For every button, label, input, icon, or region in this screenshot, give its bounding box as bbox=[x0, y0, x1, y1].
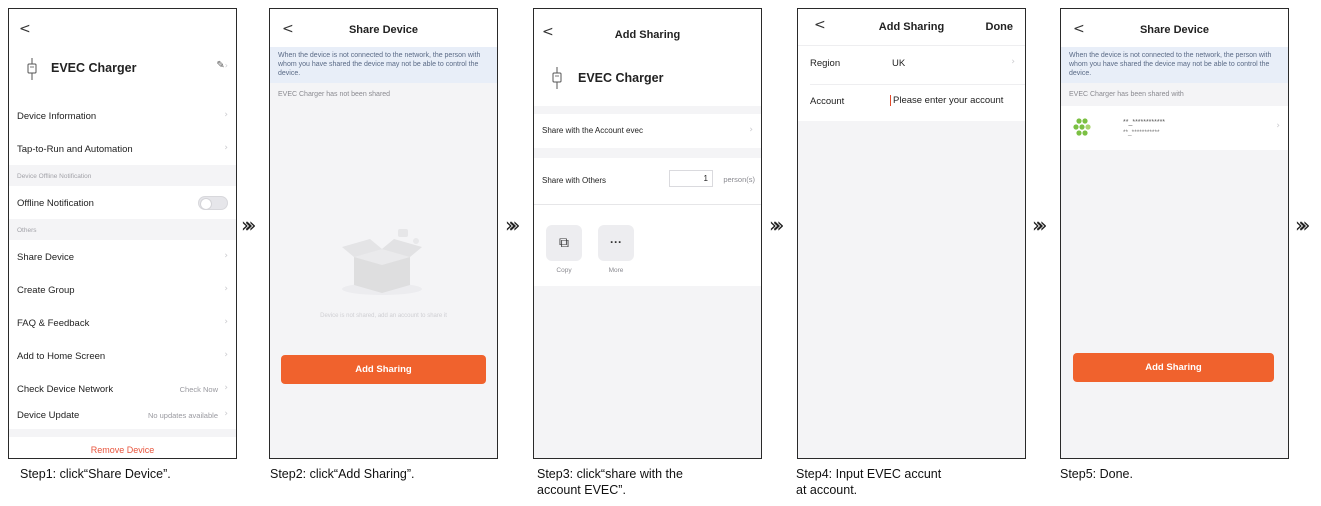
section-others-header: Others bbox=[17, 227, 37, 234]
next-arrow-icon: »» bbox=[241, 213, 257, 237]
add-sharing-button[interactable]: Add Sharing bbox=[281, 355, 486, 384]
chevron-right-icon: › bbox=[1276, 121, 1280, 131]
charger-plug-icon bbox=[27, 58, 37, 80]
next-arrow-icon: »» bbox=[1032, 213, 1048, 237]
more-icon: ··· bbox=[610, 235, 622, 249]
screen-add-sharing: < Add Sharing EVEC Charger Share with th… bbox=[533, 8, 762, 459]
edit-name-button[interactable]: ✎› bbox=[216, 60, 228, 71]
nav-bar: < Share Device bbox=[1061, 9, 1288, 47]
copy-button[interactable]: ⧉ bbox=[546, 225, 582, 261]
next-arrow-icon: »» bbox=[1295, 213, 1311, 237]
screen-share-device-done: < Share Device When the device is not co… bbox=[1060, 8, 1289, 459]
charger-plug-icon bbox=[552, 67, 562, 89]
done-button[interactable]: Done bbox=[986, 21, 1014, 33]
device-information-item[interactable]: Device Information › bbox=[9, 99, 236, 132]
caption-line: account EVEC”. bbox=[537, 483, 626, 497]
device-header: < EVEC Charger ✎› bbox=[9, 9, 236, 99]
share-device-item[interactable]: Share Device › bbox=[9, 240, 236, 273]
chevron-right-icon: › bbox=[224, 317, 228, 327]
check-device-network-item[interactable]: Check Device Network Check Now › bbox=[9, 372, 236, 405]
chevron-right-icon: › bbox=[224, 350, 228, 360]
empty-state-text: Device is not shared, add an account to … bbox=[320, 313, 447, 319]
faq-feedback-item[interactable]: FAQ & Feedback › bbox=[9, 306, 236, 339]
user-name-masked: **_*********** bbox=[1123, 129, 1160, 136]
chevron-right-icon: › bbox=[1011, 57, 1015, 67]
add-to-home-screen-item[interactable]: Add to Home Screen › bbox=[9, 339, 236, 372]
next-arrow-icon: »» bbox=[505, 213, 521, 237]
separator bbox=[534, 148, 761, 158]
chevron-right-icon: › bbox=[224, 110, 228, 120]
caption-step4: Step4: Input EVEC accunt at account. bbox=[796, 466, 941, 498]
chevron-right-icon: › bbox=[224, 143, 228, 153]
caption-step3: Step3: click“share with the account EVEC… bbox=[537, 466, 683, 498]
remove-device-button[interactable]: Remove Device bbox=[9, 445, 236, 455]
device-name: EVEC Charger bbox=[51, 61, 137, 75]
caption-step2: Step2: click“Add Sharing”. bbox=[270, 467, 415, 481]
shared-user-item[interactable]: **_************ **_*********** › bbox=[1061, 106, 1288, 150]
offline-notification-item: Offline Notification bbox=[9, 186, 236, 219]
account-label: Account bbox=[810, 96, 845, 107]
chevron-right-icon: › bbox=[749, 125, 753, 135]
create-group-item[interactable]: Create Group › bbox=[9, 273, 236, 306]
screen-title: Add Sharing bbox=[614, 29, 681, 41]
region-value[interactable]: UK bbox=[892, 58, 905, 69]
add-sharing-button[interactable]: Add Sharing bbox=[1073, 353, 1274, 382]
caption-step1: Step1: click“Share Device”. bbox=[20, 467, 171, 481]
update-status: No updates available bbox=[147, 411, 218, 420]
empty-box-icon bbox=[342, 229, 422, 295]
caption-line: Step4: Input EVEC accunt bbox=[796, 467, 942, 481]
offline-toggle[interactable] bbox=[198, 196, 228, 210]
share-with-account-item[interactable]: Share with the Account evec › bbox=[534, 114, 761, 148]
share-actions: ⧉ Copy ··· More bbox=[534, 204, 761, 286]
screen-title: Share Device bbox=[348, 24, 419, 36]
screen-device-settings: < EVEC Charger ✎› Device Information › Ta… bbox=[8, 8, 237, 459]
caption-step5: Step5: Done. bbox=[1060, 467, 1133, 481]
account-form: Region UK › Account Please enter your ac… bbox=[798, 45, 1025, 121]
add-sharing-header: < Add Sharing EVEC Charger bbox=[534, 9, 761, 106]
caption-line: Step3: click“share with the bbox=[537, 467, 683, 481]
device-name: EVEC Charger bbox=[578, 71, 664, 85]
share-with-others-item: Share with Others 1 person(s) bbox=[534, 158, 761, 204]
back-button[interactable]: < bbox=[19, 21, 31, 37]
separator bbox=[534, 106, 761, 114]
device-update-item[interactable]: Device Update No updates available › bbox=[9, 405, 236, 429]
check-now-link: Check Now bbox=[179, 385, 218, 394]
user-account-masked: **_************ bbox=[1123, 119, 1166, 126]
screen-share-device-empty: < Share Device When the device is not co… bbox=[269, 8, 498, 459]
persons-unit: person(s) bbox=[723, 175, 755, 184]
more-label: More bbox=[608, 267, 624, 274]
section-offline-header: Device Offline Notification bbox=[17, 173, 92, 180]
account-input[interactable]: Please enter your account bbox=[890, 95, 1003, 106]
chevron-right-icon: › bbox=[224, 284, 228, 294]
divider bbox=[810, 84, 1025, 85]
screen-title: Share Device bbox=[1139, 24, 1210, 36]
tap-to-run-item[interactable]: Tap-to-Run and Automation › bbox=[9, 132, 236, 165]
nav-bar: < Share Device bbox=[270, 9, 497, 47]
more-button[interactable]: ··· bbox=[598, 225, 634, 261]
region-label: Region bbox=[810, 58, 841, 69]
network-note: When the device is not connected to the … bbox=[1061, 47, 1288, 83]
pencil-icon: ✎ bbox=[216, 60, 225, 71]
share-status: EVEC Charger has not been shared bbox=[278, 91, 391, 98]
persons-count-input[interactable]: 1 bbox=[669, 170, 713, 187]
screen-add-sharing-account: < Add Sharing Done Region UK › Account P… bbox=[797, 8, 1026, 459]
user-avatar-icon bbox=[1073, 118, 1091, 136]
remove-device-bar: Remove Device bbox=[9, 437, 236, 458]
chevron-right-icon: › bbox=[224, 383, 228, 393]
share-status: EVEC Charger has been shared with bbox=[1069, 91, 1184, 98]
chevron-right-icon: › bbox=[224, 251, 228, 261]
network-note: When the device is not connected to the … bbox=[270, 47, 497, 83]
copy-icon: ⧉ bbox=[559, 235, 569, 251]
next-arrow-icon: »» bbox=[769, 213, 785, 237]
chevron-right-icon: › bbox=[224, 409, 228, 419]
copy-label: Copy bbox=[556, 267, 572, 274]
caption-line: at account. bbox=[796, 483, 858, 497]
nav-bar: < Add Sharing Done bbox=[798, 9, 1025, 45]
